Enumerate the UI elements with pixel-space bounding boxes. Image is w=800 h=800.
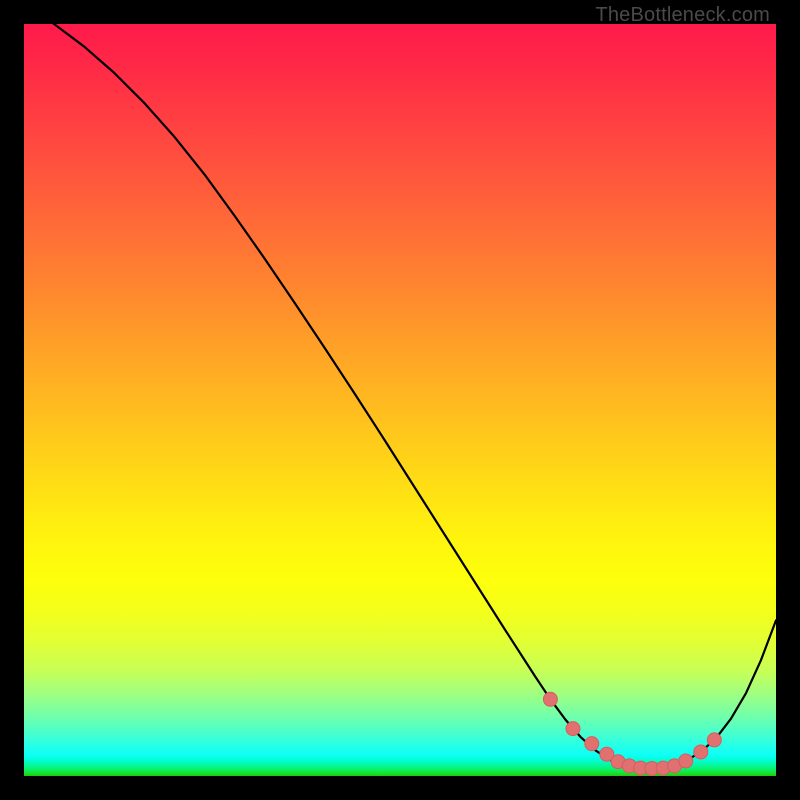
outer-frame: TheBottleneck.com [0, 0, 800, 800]
marker-point [585, 737, 599, 751]
marker-point [679, 754, 693, 768]
marker-point [543, 692, 557, 706]
plot-area [24, 24, 776, 776]
bottleneck-curve-line [24, 24, 776, 768]
marker-point [707, 733, 721, 747]
marker-point [566, 722, 580, 736]
marker-point [694, 745, 708, 759]
watermark-text: TheBottleneck.com [595, 4, 770, 27]
chart-overlay-svg [24, 24, 776, 776]
marker-group [543, 692, 721, 775]
